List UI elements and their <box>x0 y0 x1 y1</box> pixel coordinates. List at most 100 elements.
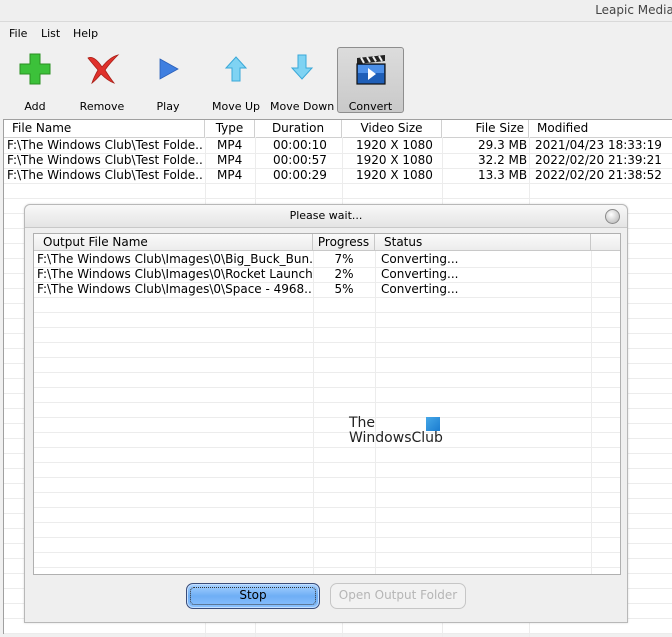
file-row[interactable]: F:\The Windows Club\Test Folde... MP4 00… <box>4 168 672 183</box>
output-list[interactable]: Output File Name Progress Status F:\The … <box>33 233 621 575</box>
menu-list[interactable]: List <box>41 27 60 40</box>
cell-modified: 2022/02/20 21:38:52 <box>535 168 662 182</box>
add-button[interactable]: Add <box>3 47 67 113</box>
col-file-name[interactable]: File Name <box>4 120 205 137</box>
cell-status: Converting... <box>381 282 459 296</box>
cell-file-name: F:\The Windows Club\Test Folde... <box>7 138 203 152</box>
col-file-size[interactable]: File Size <box>442 120 529 137</box>
list-line <box>34 282 620 283</box>
menu-bar: File List Help <box>0 25 672 43</box>
list-line <box>34 492 620 493</box>
cell-duration: 00:00:10 <box>273 138 327 152</box>
col-output-file-name[interactable]: Output File Name <box>34 234 313 251</box>
output-row[interactable]: F:\The Windows Club\Images\0\Rocket Laun… <box>34 267 620 282</box>
list-line <box>34 387 620 388</box>
col-type[interactable]: Type <box>205 120 255 137</box>
cell-duration: 00:00:57 <box>273 153 327 167</box>
cell-video-size: 1920 X 1080 <box>356 168 433 182</box>
clapperboard-icon <box>356 55 386 85</box>
stop-button[interactable]: Stop <box>186 583 320 609</box>
file-row[interactable]: F:\The Windows Club\Test Folde... MP4 00… <box>4 138 672 153</box>
list-line <box>34 477 620 478</box>
watermark-line2: WindowsClub <box>349 430 443 446</box>
col-duration[interactable]: Duration <box>255 120 342 137</box>
col-modified[interactable]: Modified <box>529 120 672 137</box>
list-line <box>34 537 620 538</box>
dialog-title-text: Please wait... <box>289 209 363 222</box>
cell-file-name: F:\The Windows Club\Test Folde... <box>7 168 203 182</box>
grid-line <box>4 183 672 184</box>
output-row[interactable]: F:\The Windows Club\Images\0\Space - 496… <box>34 282 620 297</box>
cell-type: MP4 <box>217 168 243 182</box>
cell-output-file: F:\The Windows Club\Images\0\Rocket Laun… <box>37 267 312 281</box>
move-up-label: Move Up <box>211 100 261 113</box>
list-line <box>34 342 620 343</box>
list-line <box>34 462 620 463</box>
cell-output-file: F:\The Windows Club\Images\0\Space - 496… <box>37 282 312 296</box>
list-divider <box>313 251 314 574</box>
grid-line <box>4 168 672 169</box>
play-icon <box>159 58 179 80</box>
col-filler <box>591 234 620 251</box>
move-up-button[interactable]: Move Up <box>204 47 268 113</box>
close-icon[interactable] <box>605 209 620 224</box>
grid-line <box>4 198 672 199</box>
menu-help[interactable]: Help <box>73 27 98 40</box>
col-video-size[interactable]: Video Size <box>342 120 442 137</box>
list-line <box>34 417 620 418</box>
move-down-label: Move Down <box>270 100 335 113</box>
convert-button[interactable]: Convert <box>337 47 404 113</box>
cell-video-size: 1920 X 1080 <box>356 153 433 167</box>
cell-file-size: 32.2 MB <box>478 153 528 167</box>
cell-modified: 2021/04/23 18:33:19 <box>535 138 662 152</box>
toolbar: Add Remove Play Move Up Move Down Conver… <box>0 45 672 115</box>
add-icon <box>19 53 51 85</box>
play-label: Play <box>156 100 180 113</box>
cell-status: Converting... <box>381 252 459 266</box>
col-status[interactable]: Status <box>375 234 591 251</box>
file-row[interactable]: F:\The Windows Club\Test Folde... MP4 00… <box>4 153 672 168</box>
cell-modified: 2022/02/20 21:39:21 <box>535 153 662 167</box>
list-line <box>34 522 620 523</box>
list-line <box>34 552 620 553</box>
cell-file-size: 13.3 MB <box>478 168 528 182</box>
list-line <box>34 507 620 508</box>
output-row[interactable]: F:\The Windows Club\Images\0\Big_Buck_Bu… <box>34 252 620 267</box>
cell-type: MP4 <box>217 153 243 167</box>
list-line <box>34 432 620 433</box>
grid-line <box>4 633 672 634</box>
list-line <box>34 297 620 298</box>
list-line <box>34 402 620 403</box>
list-divider <box>591 251 592 574</box>
grid-line <box>4 153 672 154</box>
list-line <box>34 357 620 358</box>
arrow-up-icon <box>224 56 248 82</box>
dialog-title: Please wait... <box>25 205 627 228</box>
open-output-folder-label: Open Output Folder <box>338 588 458 602</box>
cell-video-size: 1920 X 1080 <box>356 138 433 152</box>
focus-ring <box>190 587 316 605</box>
list-line <box>34 267 620 268</box>
progress-dialog: Please wait... Output File Name Progress… <box>24 204 628 623</box>
cell-output-file: F:\The Windows Club\Images\0\Big_Buck_Bu… <box>37 252 312 266</box>
add-label: Add <box>24 100 46 113</box>
list-line <box>34 327 620 328</box>
remove-icon <box>87 54 120 85</box>
convert-label: Convert <box>348 100 393 113</box>
col-progress[interactable]: Progress <box>313 234 375 251</box>
list-line <box>34 447 620 448</box>
list-line <box>34 567 620 568</box>
list-line <box>34 372 620 373</box>
list-line <box>34 312 620 313</box>
remove-button[interactable]: Remove <box>70 47 134 113</box>
windows-logo-icon <box>426 417 440 431</box>
menu-file[interactable]: File <box>9 27 27 40</box>
play-button[interactable]: Play <box>136 47 200 113</box>
cell-duration: 00:00:29 <box>273 168 327 182</box>
arrow-down-icon <box>290 54 314 80</box>
cell-type: MP4 <box>217 138 243 152</box>
move-down-button[interactable]: Move Down <box>270 47 334 113</box>
open-output-folder-button[interactable]: Open Output Folder <box>330 583 466 609</box>
list-divider <box>375 251 376 574</box>
title-bar: Leapic Media C <box>0 0 672 22</box>
